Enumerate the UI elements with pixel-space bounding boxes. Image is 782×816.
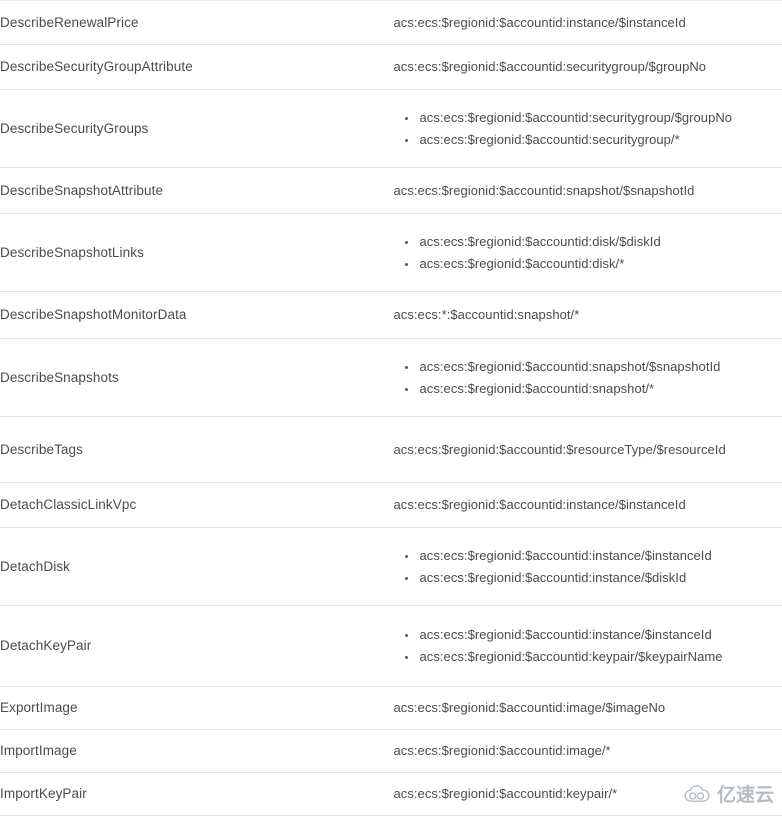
resource-arn: acs:ecs:$regionid:$accountid:securitygro…: [418, 129, 782, 151]
action-name: DescribeSnapshotAttribute: [0, 183, 163, 198]
action-name: ImportImage: [0, 743, 77, 758]
resource-arn: acs:ecs:$regionid:$accountid:$resourceTy…: [392, 440, 782, 460]
action-name: DescribeSecurityGroupAttribute: [0, 59, 193, 74]
resource-arn: acs:ecs:$regionid:$accountid:securitygro…: [418, 107, 782, 129]
table-row: DetachDisk acs:ecs:$regionid:$accountid:…: [0, 528, 782, 606]
action-name: DescribeSnapshots: [0, 370, 119, 385]
action-name: DescribeRenewalPrice: [0, 15, 139, 30]
resource-cell: acs:ecs:$regionid:$accountid:instance/$i…: [392, 606, 782, 687]
resource-arn: acs:ecs:$regionid:$accountid:instance/$i…: [392, 13, 782, 33]
resource-arn: acs:ecs:$regionid:$accountid:snapshot/$s…: [418, 356, 782, 378]
resource-arn: acs:ecs:$regionid:$accountid:keypair/$ke…: [418, 646, 782, 668]
action-name-cell: ExportImage: [0, 687, 392, 730]
table-row: DescribeSnapshots acs:ecs:$regionid:$acc…: [0, 339, 782, 417]
action-name-cell: DescribeRenewalPrice: [0, 1, 392, 45]
table-row: DescribeSecurityGroups acs:ecs:$regionid…: [0, 90, 782, 168]
action-name-cell: DescribeSecurityGroups: [0, 90, 392, 168]
action-name: DescribeSnapshotLinks: [0, 245, 144, 260]
resource-cell: acs:ecs:$regionid:$accountid:instance/$i…: [392, 1, 782, 45]
action-name-cell: DetachKeyPair: [0, 606, 392, 687]
table-row: ExportImage acs:ecs:$regionid:$accountid…: [0, 687, 782, 730]
action-name-cell: ImportKeyPair: [0, 773, 392, 816]
table-body: DescribeRenewalPrice acs:ecs:$regionid:$…: [0, 1, 782, 816]
table-row: DescribeTags acs:ecs:$regionid:$accounti…: [0, 417, 782, 483]
resource-cell: acs:ecs:$regionid:$accountid:$resourceTy…: [392, 417, 782, 483]
resource-arn: acs:ecs:$regionid:$accountid:disk/$diskI…: [418, 231, 782, 253]
action-name: DescribeTags: [0, 442, 83, 457]
resource-cell: acs:ecs:$regionid:$accountid:image/$imag…: [392, 687, 782, 730]
table-row: ImportImage acs:ecs:$regionid:$accountid…: [0, 730, 782, 773]
action-name-cell: ImportImage: [0, 730, 392, 773]
resource-cell: acs:ecs:$regionid:$accountid:image/*: [392, 730, 782, 773]
resource-arn: acs:ecs:$regionid:$accountid:instance/$i…: [418, 545, 782, 567]
resource-arn: acs:ecs:$regionid:$accountid:instance/$i…: [418, 624, 782, 646]
resource-arn: acs:ecs:$regionid:$accountid:securitygro…: [392, 57, 782, 77]
resource-arn: acs:ecs:$regionid:$accountid:snapshot/*: [418, 378, 782, 400]
resource-cell: acs:ecs:$regionid:$accountid:snapshot/$s…: [392, 339, 782, 417]
resource-cell: acs:ecs:$regionid:$accountid:instance/$i…: [392, 483, 782, 528]
table-row: DescribeSnapshotAttribute acs:ecs:$regio…: [0, 168, 782, 214]
action-name: DetachKeyPair: [0, 638, 91, 653]
action-name: ExportImage: [0, 700, 78, 715]
action-name-cell: DescribeSnapshots: [0, 339, 392, 417]
resource-cell: acs:ecs:$regionid:$accountid:securitygro…: [392, 90, 782, 168]
resource-arn: acs:ecs:$regionid:$accountid:instance/$i…: [392, 495, 782, 515]
table-row: DescribeSnapshotLinks acs:ecs:$regionid:…: [0, 214, 782, 292]
action-name-cell: DetachDisk: [0, 528, 392, 606]
action-name-cell: DescribeSnapshotMonitorData: [0, 292, 392, 339]
action-name: DescribeSecurityGroups: [0, 121, 149, 136]
action-name: DetachDisk: [0, 559, 70, 574]
table-row: DetachClassicLinkVpc acs:ecs:$regionid:$…: [0, 483, 782, 528]
resource-arn: acs:ecs:$regionid:$accountid:instance/$d…: [418, 567, 782, 589]
resource-arn-list: acs:ecs:$regionid:$accountid:snapshot/$s…: [392, 356, 782, 400]
resource-arn-list: acs:ecs:$regionid:$accountid:securitygro…: [392, 107, 782, 151]
resource-cell: acs:ecs:*:$accountid:snapshot/*: [392, 292, 782, 339]
table-row: ImportKeyPair acs:ecs:$regionid:$account…: [0, 773, 782, 816]
action-name-cell: DescribeSnapshotLinks: [0, 214, 392, 292]
resource-cell: acs:ecs:$regionid:$accountid:instance/$i…: [392, 528, 782, 606]
resource-arn: acs:ecs:$regionid:$accountid:disk/*: [418, 253, 782, 275]
table-row: DescribeSnapshotMonitorData acs:ecs:*:$a…: [0, 292, 782, 339]
resource-arn: acs:ecs:$regionid:$accountid:keypair/*: [392, 784, 782, 804]
resource-cell: acs:ecs:$regionid:$accountid:disk/$diskI…: [392, 214, 782, 292]
resource-arn: acs:ecs:$regionid:$accountid:image/*: [392, 741, 782, 761]
action-name-cell: DetachClassicLinkVpc: [0, 483, 392, 528]
table-row: DetachKeyPair acs:ecs:$regionid:$account…: [0, 606, 782, 687]
action-name: ImportKeyPair: [0, 786, 87, 801]
resource-arn-list: acs:ecs:$regionid:$accountid:instance/$i…: [392, 624, 782, 668]
resource-arn: acs:ecs:$regionid:$accountid:image/$imag…: [392, 698, 782, 718]
resource-cell: acs:ecs:$regionid:$accountid:keypair/*: [392, 773, 782, 816]
table-row: DescribeSecurityGroupAttribute acs:ecs:$…: [0, 45, 782, 90]
resource-arn-list: acs:ecs:$regionid:$accountid:disk/$diskI…: [392, 231, 782, 275]
resource-arn: acs:ecs:*:$accountid:snapshot/*: [392, 305, 782, 325]
action-resource-table: DescribeRenewalPrice acs:ecs:$regionid:$…: [0, 0, 782, 816]
resource-arn-list: acs:ecs:$regionid:$accountid:instance/$i…: [392, 545, 782, 589]
resource-arn: acs:ecs:$regionid:$accountid:snapshot/$s…: [392, 181, 782, 201]
resource-cell: acs:ecs:$regionid:$accountid:securitygro…: [392, 45, 782, 90]
action-name-cell: DescribeSnapshotAttribute: [0, 168, 392, 214]
action-name: DetachClassicLinkVpc: [0, 497, 136, 512]
table-row: DescribeRenewalPrice acs:ecs:$regionid:$…: [0, 1, 782, 45]
resource-cell: acs:ecs:$regionid:$accountid:snapshot/$s…: [392, 168, 782, 214]
action-name-cell: DescribeTags: [0, 417, 392, 483]
action-name-cell: DescribeSecurityGroupAttribute: [0, 45, 392, 90]
action-name: DescribeSnapshotMonitorData: [0, 307, 187, 322]
